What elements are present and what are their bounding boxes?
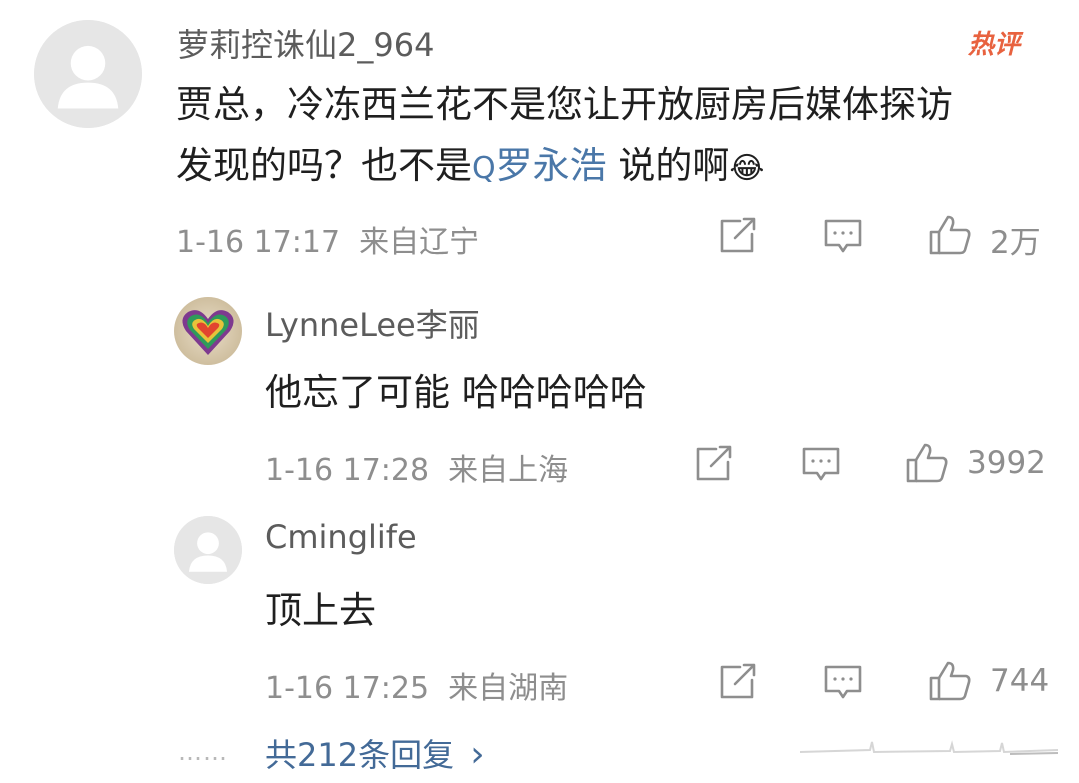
reply-meta: 1-16 17:25 来自湖南 [265, 663, 568, 707]
mention-name: 罗永浩 [495, 144, 607, 187]
comment-meta: 1-16 17:17 来自辽宁 [176, 217, 479, 261]
share-icon[interactable] [718, 663, 758, 701]
mention-link[interactable]: Q罗永浩 [472, 144, 607, 187]
like-icon[interactable] [928, 214, 972, 256]
timestamp: 1-16 17:17 [176, 225, 341, 260]
like-count: 2万 [990, 225, 1041, 261]
reply-text: 顶上去 [265, 589, 376, 632]
hot-comment-badge: 热评 [968, 30, 1021, 60]
comment-text-line2: 发现的吗？也不是 [176, 144, 472, 187]
comment-text-line1: 贾总，冷冻西兰花不是您让开放厨房后媒体探访 [176, 83, 953, 126]
reply-avatar[interactable] [174, 516, 242, 584]
comment-text: 发现的吗？也不是Q罗永浩 说的啊😂 [176, 135, 764, 189]
chevron-right-icon: › [470, 734, 485, 775]
timestamp: 1-16 17:28 [265, 453, 430, 488]
like-count: 3992 [967, 445, 1046, 481]
like-icon[interactable] [928, 660, 972, 702]
avatar[interactable] [34, 20, 142, 128]
laugh-cry-emoji-icon: 😂 [729, 151, 765, 186]
reply-text: 他忘了可能 哈哈哈哈哈 [265, 371, 647, 414]
location: 来自上海 [448, 453, 569, 488]
comment-icon[interactable] [823, 217, 863, 255]
reply-username[interactable]: Cminglife [265, 518, 417, 556]
share-icon[interactable] [718, 217, 758, 255]
heart-art-avatar-icon [174, 297, 242, 365]
default-avatar-icon [174, 516, 242, 584]
search-icon: Q [472, 151, 496, 186]
default-avatar-icon [34, 20, 142, 128]
view-more-replies-link[interactable]: 共212条回复 › [265, 730, 485, 776]
timestamp: 1-16 17:25 [265, 671, 430, 706]
comment-icon[interactable] [801, 445, 841, 483]
username[interactable]: 萝莉控诛仙2_964 [177, 20, 434, 66]
location: 来自湖南 [448, 671, 569, 706]
more-replies-label: 共212条回复 [265, 736, 455, 774]
like-icon[interactable] [905, 442, 949, 484]
reply-avatar[interactable] [174, 297, 242, 365]
reply-meta: 1-16 17:28 来自上海 [265, 445, 568, 489]
like-count: 744 [990, 663, 1050, 699]
watermark-streak [799, 740, 1059, 760]
reply-thread-dots: …… [178, 738, 228, 766]
location: 来自辽宁 [359, 225, 480, 260]
comment-text-suffix: 说的啊 [606, 144, 730, 187]
comment-text: 贾总，冷冻西兰花不是您让开放厨房后媒体探访 [176, 74, 953, 128]
reply-username[interactable]: LynneLee李丽 [265, 300, 480, 346]
share-icon[interactable] [694, 445, 734, 483]
comment-icon[interactable] [823, 663, 863, 701]
